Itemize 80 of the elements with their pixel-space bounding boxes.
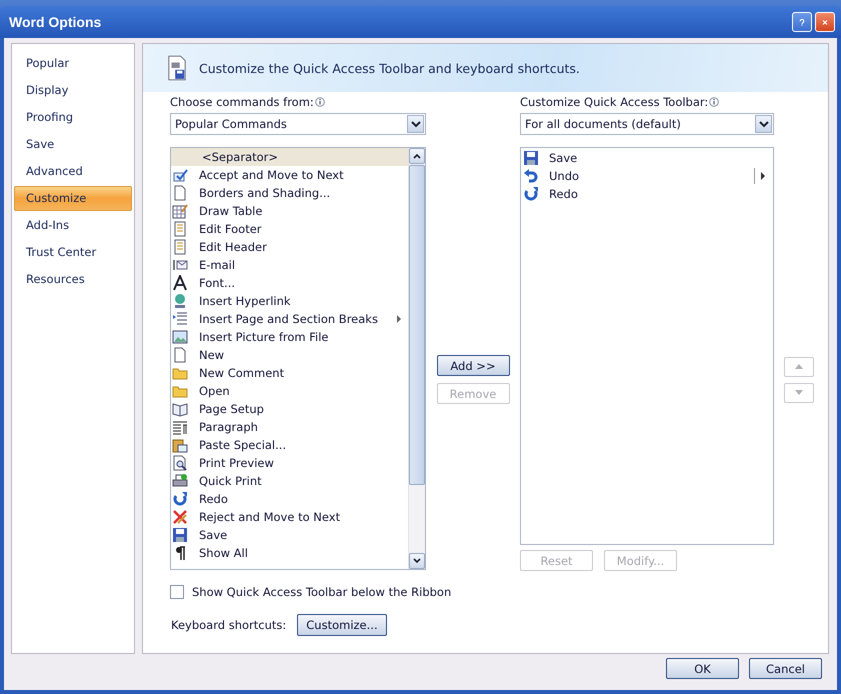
scroll-up-button[interactable] [409,148,425,164]
command-item[interactable]: Draw Table [171,202,408,220]
toolbar-item[interactable]: Undo [521,167,773,185]
command-item[interactable]: Borders and Shading... [171,184,408,202]
command-item[interactable]: Insert Hyperlink [171,292,408,310]
field-label: Choose commands from: [170,95,314,109]
toolbar-dropdown[interactable]: For all documents (default) [520,113,774,135]
scroll-thumb[interactable] [409,165,425,485]
font-icon [172,275,188,291]
command-item[interactable]: Quick Print [171,472,408,490]
up-arrow-icon [795,364,803,369]
printer-icon [172,473,188,489]
down-arrow-icon [795,390,803,395]
command-item[interactable]: Paste Special... [171,436,408,454]
undo-icon [523,168,539,184]
close-button[interactable] [815,12,835,32]
command-item[interactable]: Print Preview [171,454,408,472]
sidebar-item[interactable]: Display [14,78,132,103]
save-icon [523,150,539,166]
page-icon [172,221,188,237]
dialog-button[interactable]: Cancel [749,658,822,679]
add-button[interactable]: Add >> [436,355,510,376]
toolbar-commands-list[interactable]: Save Undo Redo [520,147,774,545]
magnifier-icon [172,455,188,471]
command-item[interactable]: Save [171,526,408,544]
sidebar-item[interactable]: Advanced [14,159,132,184]
section-title: Customize the Quick Access Toolbar and keyboard shortcuts. [199,60,580,76]
picture-icon [172,329,188,345]
command-item[interactable]: Edit Header [171,238,408,256]
document-icon [172,185,188,201]
command-item[interactable]: Reject and Move to Next [171,508,408,526]
command-item[interactable]: Page Setup [171,400,408,418]
command-item[interactable]: Insert Page and Section Breaks [171,310,408,328]
command-item[interactable]: <Separator> [171,148,408,166]
sidebar-item[interactable]: Add-Ins [14,213,132,238]
dialog-button[interactable]: OK [666,658,739,679]
toolbar-item[interactable]: Save [521,149,773,167]
breaks-icon [172,311,188,327]
command-item[interactable]: Paragraph [171,418,408,436]
command-item[interactable]: Redo [171,490,408,508]
command-item[interactable]: New Comment [171,364,408,382]
command-item[interactable]: Accept and Move to Next [171,166,408,184]
help-button[interactable] [792,12,812,32]
page-icon [172,239,188,255]
sidebar-item[interactable]: Customize [14,186,132,211]
reject-icon [172,509,188,525]
command-item[interactable]: New [171,346,408,364]
table-icon [172,203,188,219]
command-item[interactable]: Show All [171,544,408,562]
mail-icon [172,257,188,273]
paragraph-icon [172,419,188,435]
sidebar-item[interactable]: Proofing [14,105,132,130]
customize-button[interactable]: Customize... [297,614,387,636]
sidebar-item[interactable]: Save [14,132,132,157]
document-icon [172,347,188,363]
info-icon [709,97,720,107]
window-title: Word Options [9,14,102,30]
command-item[interactable]: E-mail [171,256,408,274]
commands-dropdown[interactable]: Popular Commands [170,113,426,135]
redo-icon [523,186,539,202]
scroll-down-button[interactable] [409,553,425,569]
command-item[interactable]: Font... [171,274,408,292]
checkbox-label[interactable]: Show Quick Access Toolbar below the Ribbon [192,585,452,599]
commands-list[interactable] [170,147,426,570]
field-label: Customize Quick Access Toolbar: [520,95,708,109]
sidebar-item[interactable]: Popular [14,51,132,76]
keyboard-shortcuts-label: Keyboard shortcuts: [171,618,286,632]
command-item[interactable]: Insert Picture from File [171,328,408,346]
info-icon [314,97,325,107]
command-item[interactable]: Edit Footer [171,220,408,238]
checkbox[interactable] [170,585,184,599]
sidebar-item[interactable]: Trust Center [14,240,132,265]
sidebar-item[interactable]: Resources [14,267,132,292]
toolbar-customize-icon [167,55,187,81]
clipboard-icon [172,437,188,453]
redo-icon [172,491,188,507]
toolbar-item[interactable]: Redo [521,185,773,203]
command-item[interactable]: Open [171,382,408,400]
save-icon [172,527,188,543]
book-icon [172,401,188,417]
